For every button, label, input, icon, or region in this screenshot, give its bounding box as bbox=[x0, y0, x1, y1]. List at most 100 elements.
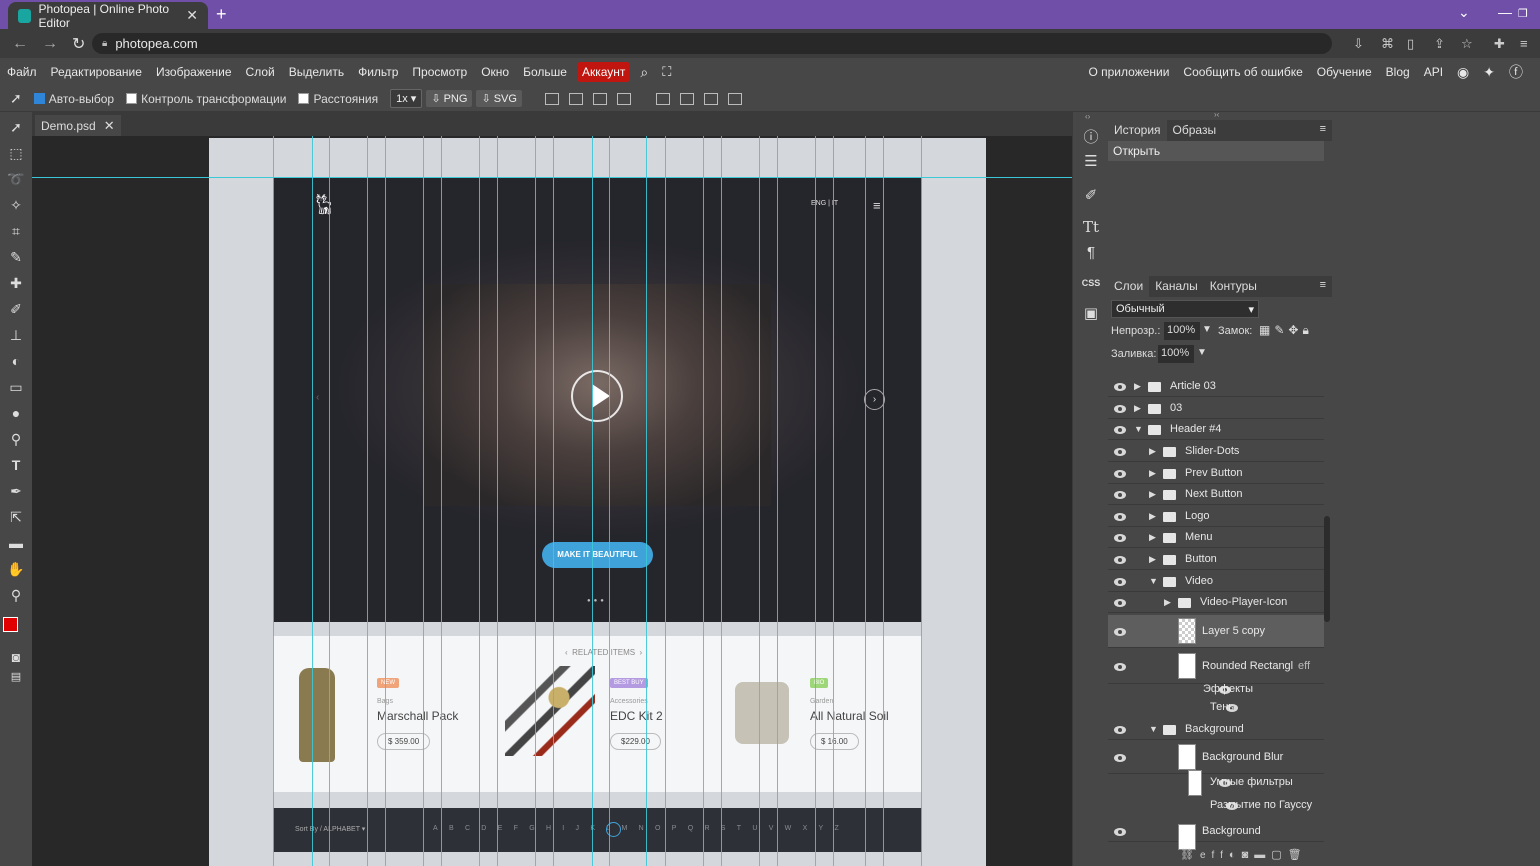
minimize-icon[interactable]: — bbox=[1498, 4, 1512, 20]
tab-paths[interactable]: Контуры bbox=[1204, 276, 1263, 297]
blur-tool-icon[interactable]: ● bbox=[7, 404, 25, 422]
align-center-icon[interactable] bbox=[568, 92, 583, 105]
expand-arrow-icon[interactable]: ▶ bbox=[1149, 446, 1156, 457]
blend-mode-select[interactable]: Обычный ▾ bbox=[1111, 300, 1259, 318]
fullscreen-icon[interactable]: ⛶ bbox=[655, 64, 678, 80]
layer-group-row[interactable]: ▼ Header #4 bbox=[1108, 419, 1324, 440]
opacity-input[interactable]: 100% bbox=[1164, 322, 1200, 340]
layer-group-row[interactable]: ▶ Video-Player-Icon bbox=[1108, 592, 1324, 613]
expand-arrow-icon[interactable]: ▶ bbox=[1134, 403, 1141, 414]
layer-group-row[interactable]: ▶ Button bbox=[1108, 549, 1324, 570]
image-panel-icon[interactable]: ▣ bbox=[1081, 304, 1101, 324]
visibility-eye-icon[interactable] bbox=[1114, 598, 1126, 607]
distribute-h-icon[interactable] bbox=[616, 92, 631, 105]
layers-panel-menu-icon[interactable]: ≡ bbox=[1320, 279, 1326, 291]
layer-effect-row[interactable]: Тень bbox=[1108, 698, 1324, 718]
fx-icon[interactable]: eff bbox=[1200, 850, 1229, 861]
url-input[interactable]: 🔒︎ photopea.com bbox=[92, 33, 1332, 54]
css-icon[interactable]: CSS bbox=[1081, 278, 1101, 298]
visibility-eye-icon[interactable] bbox=[1114, 577, 1126, 586]
visibility-eye-icon[interactable] bbox=[1114, 663, 1126, 671]
layer-group-row[interactable]: ▶ Article 03 bbox=[1108, 376, 1324, 397]
facebook-icon[interactable]: ⓕ bbox=[1502, 62, 1530, 82]
shape-tool-icon[interactable]: ▬ bbox=[7, 534, 25, 552]
scale-select[interactable]: 1x ▾ bbox=[390, 89, 423, 108]
layer-group-row[interactable]: ▶ Next Button bbox=[1108, 484, 1324, 505]
tab-history[interactable]: История bbox=[1108, 120, 1167, 141]
layer-group-row[interactable]: ▶ Logo bbox=[1108, 506, 1324, 527]
align-right-icon[interactable] bbox=[592, 92, 607, 105]
layer-row[interactable]: Rounded Rectangl eff bbox=[1108, 650, 1324, 684]
tab-channels[interactable]: Каналы bbox=[1149, 276, 1204, 297]
link-icon[interactable]: ⛓ bbox=[1180, 849, 1200, 861]
transform-controls-checkbox[interactable]: Контроль трансформации bbox=[126, 92, 286, 106]
menu-image[interactable]: Изображение bbox=[149, 65, 239, 79]
layers-scrollbar[interactable] bbox=[1324, 516, 1330, 622]
type-tool-icon[interactable]: T bbox=[7, 456, 25, 474]
foreground-color-swatch[interactable] bbox=[3, 617, 18, 632]
pen-tool-icon[interactable]: ✒ bbox=[7, 482, 25, 500]
new-tab-button[interactable]: + bbox=[216, 4, 227, 25]
expand-arrow-icon[interactable]: ▶ bbox=[1149, 532, 1156, 543]
eyedropper-tool-icon[interactable]: ✎ bbox=[7, 248, 25, 266]
layer-group-row[interactable]: ▼ Background bbox=[1108, 719, 1324, 740]
layer-effect-row[interactable]: Умные фильтры bbox=[1108, 770, 1324, 796]
info-icon[interactable]: ⓘ bbox=[1081, 126, 1101, 146]
visibility-eye-icon[interactable] bbox=[1114, 469, 1126, 478]
tab-close-icon[interactable]: ✕ bbox=[186, 7, 198, 24]
document-close-icon[interactable]: ✕ bbox=[104, 118, 115, 134]
reload-icon[interactable]: ↻ bbox=[72, 34, 90, 54]
move-tool-icon[interactable]: ➚ bbox=[10, 90, 22, 107]
opacity-dropdown-icon[interactable]: ▼ bbox=[1202, 324, 1212, 335]
visibility-eye-icon[interactable] bbox=[1114, 512, 1126, 521]
export-svg-button[interactable]: ⇩ SVG bbox=[476, 90, 522, 107]
menu-more[interactable]: Больше bbox=[516, 65, 574, 79]
history-panel-menu-icon[interactable]: ≡ bbox=[1320, 123, 1326, 135]
visibility-eye-icon[interactable] bbox=[1114, 382, 1126, 391]
visibility-eye-icon[interactable] bbox=[1114, 425, 1126, 434]
eraser-tool-icon[interactable]: ◐ bbox=[7, 352, 25, 370]
restore-icon[interactable]: ❐ bbox=[1518, 7, 1528, 20]
screen-mode-icon[interactable]: ▤ bbox=[7, 668, 25, 686]
layer-group-row[interactable]: ▶ Slider-Dots bbox=[1108, 441, 1324, 462]
menu-about[interactable]: О приложении bbox=[1081, 65, 1176, 79]
stamp-tool-icon[interactable]: ⊥ bbox=[7, 326, 25, 344]
crop-tool-icon[interactable]: ⌗ bbox=[7, 222, 25, 240]
align-middle-icon[interactable] bbox=[679, 92, 694, 105]
magic-wand-tool-icon[interactable]: ✧ bbox=[7, 196, 25, 214]
move-tool-icon[interactable]: ➚ bbox=[7, 118, 25, 136]
menu-edit[interactable]: Редактирование bbox=[44, 65, 149, 79]
expand-arrow-icon[interactable]: ▶ bbox=[1134, 381, 1141, 392]
browser-tab[interactable]: Photopea | Online Photo Editor ✕ bbox=[8, 2, 208, 30]
quick-mask-icon[interactable]: ◙ bbox=[7, 648, 25, 666]
visibility-eye-icon[interactable] bbox=[1114, 725, 1126, 734]
back-icon[interactable]: ← bbox=[12, 35, 30, 53]
account-button[interactable]: Аккаунт bbox=[577, 62, 630, 82]
visibility-eye-icon[interactable] bbox=[1114, 627, 1126, 636]
search-icon[interactable]: ⌕ bbox=[633, 64, 655, 81]
lasso-tool-icon[interactable]: ➰ bbox=[7, 170, 25, 188]
visibility-eye-icon[interactable] bbox=[1114, 753, 1126, 762]
twitter-icon[interactable]: ✦ bbox=[1476, 64, 1502, 81]
align-top-icon[interactable] bbox=[655, 92, 670, 105]
layer-effect-row[interactable]: Эффекты bbox=[1108, 682, 1324, 698]
fx-indicator[interactable]: eff bbox=[1298, 660, 1310, 672]
layer-effect-row[interactable]: Размытие по Гауссу bbox=[1108, 796, 1324, 816]
collapse-right-icon[interactable]: ›‹ bbox=[1214, 110, 1219, 119]
menu-report-bug[interactable]: Сообщить об ошибке bbox=[1176, 65, 1309, 79]
distribute-v-icon[interactable] bbox=[727, 92, 742, 105]
tab-layers[interactable]: Слои bbox=[1108, 276, 1150, 297]
translate-icon[interactable]: ⌘ bbox=[1381, 36, 1394, 52]
bookmark-star-icon[interactable]: ☆ bbox=[1461, 36, 1473, 52]
auto-select-checkbox[interactable]: Авто-выбор bbox=[33, 92, 114, 106]
visibility-eye-icon[interactable] bbox=[1114, 447, 1126, 456]
menu-window[interactable]: Окно bbox=[474, 65, 516, 79]
visibility-eye-icon[interactable] bbox=[1114, 404, 1126, 413]
expand-arrow-icon[interactable]: ▶ bbox=[1149, 554, 1156, 565]
canvas[interactable]: 🦌︎ ENG | IT ≡ › ‹ MAKE IT BEAUTIFUL ●●● … bbox=[209, 138, 986, 866]
layer-group-row[interactable]: ▶ Prev Button bbox=[1108, 463, 1324, 484]
workspace[interactable]: 🦌︎ ENG | IT ≡ › ‹ MAKE IT BEAUTIFUL ●●● … bbox=[32, 136, 1072, 866]
folder-icon[interactable]: ▬ bbox=[1254, 849, 1271, 861]
visibility-eye-icon[interactable] bbox=[1114, 490, 1126, 499]
menu-learn[interactable]: Обучение bbox=[1310, 65, 1379, 79]
